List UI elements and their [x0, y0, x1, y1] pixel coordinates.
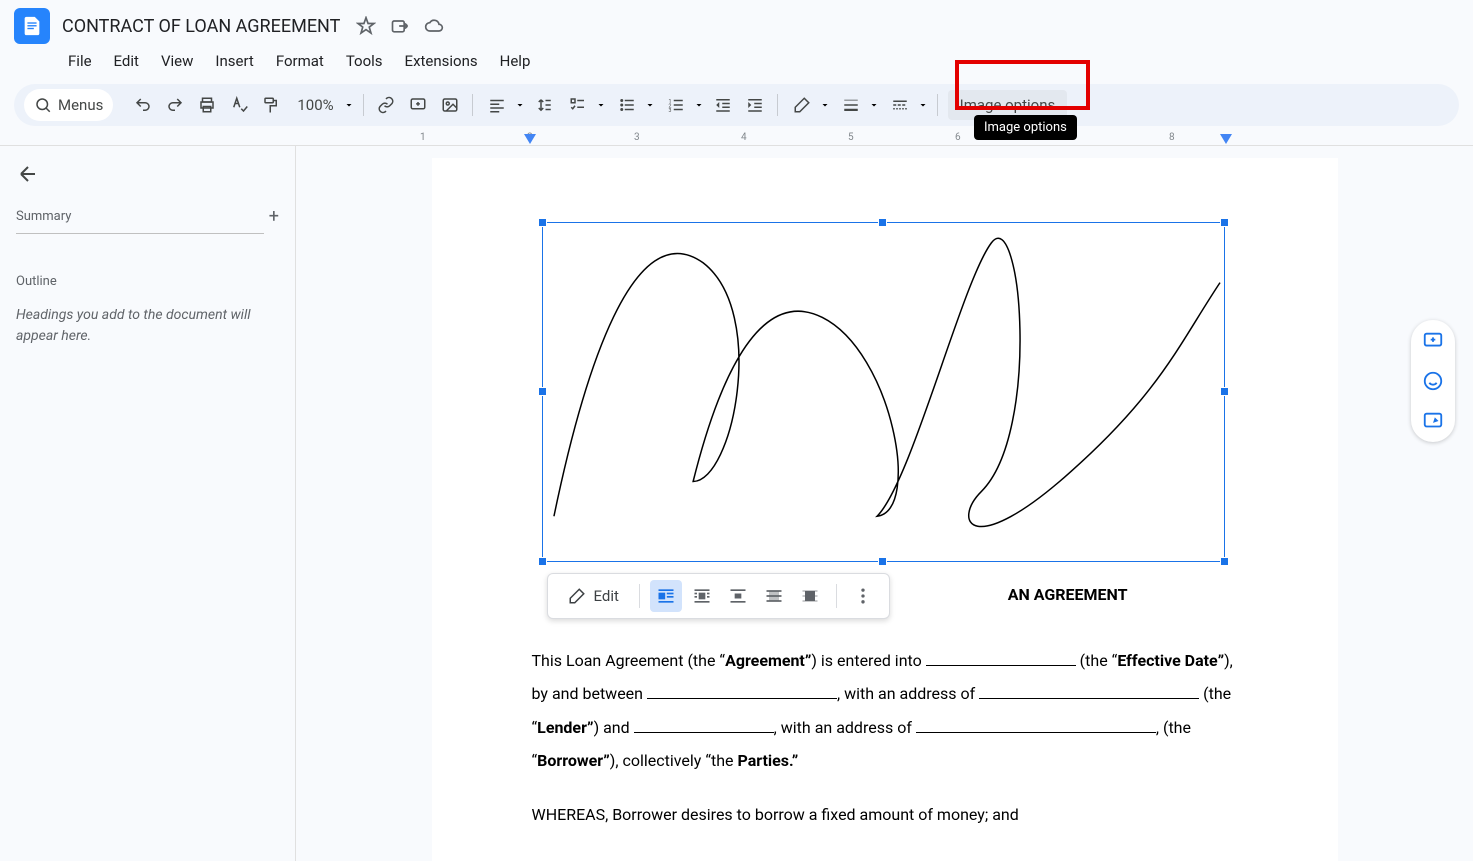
image-context-toolbar: Edit — [547, 573, 890, 619]
menu-view[interactable]: View — [153, 48, 201, 74]
docs-icon[interactable] — [14, 8, 50, 44]
move-icon[interactable] — [388, 14, 412, 38]
resize-handle-tl[interactable] — [538, 218, 547, 227]
separator — [777, 94, 778, 116]
bullet-list-dropdown[interactable] — [611, 91, 656, 119]
scribble-drawing — [543, 223, 1224, 561]
menu-format[interactable]: Format — [268, 48, 332, 74]
document-title[interactable]: CONTRACT OF LOAN AGREEMENT — [62, 16, 340, 37]
edit-button[interactable]: Edit — [558, 581, 629, 611]
separator — [472, 94, 473, 116]
resize-handle-ml[interactable] — [538, 387, 547, 396]
insert-comment-button[interactable] — [404, 91, 432, 119]
menu-help[interactable]: Help — [492, 48, 539, 74]
more-options-button[interactable] — [847, 580, 879, 612]
menu-file[interactable]: File — [60, 48, 100, 74]
summary-label: Summary — [16, 209, 71, 224]
menu-extensions[interactable]: Extensions — [397, 48, 486, 74]
paint-format-button[interactable] — [257, 91, 285, 119]
paragraph-1: This Loan Agreement (the “Agreement”) is… — [532, 644, 1238, 778]
cloud-status-icon[interactable] — [422, 14, 446, 38]
resize-handle-bm[interactable] — [878, 557, 887, 566]
divider — [16, 233, 264, 234]
menu-bar: File Edit View Insert Format Tools Exten… — [0, 44, 1473, 78]
document-canvas[interactable]: Edit AN AGREEMENT This Loan Agreement (t… — [296, 146, 1473, 861]
indent-marker-right[interactable] — [1220, 134, 1232, 144]
star-icon[interactable] — [354, 14, 378, 38]
align-dropdown[interactable] — [481, 91, 526, 119]
resize-handle-mr[interactable] — [1220, 387, 1229, 396]
line-spacing-button[interactable] — [530, 91, 558, 119]
resize-handle-bl[interactable] — [538, 557, 547, 566]
menu-edit[interactable]: Edit — [106, 48, 147, 74]
side-actions — [1411, 320, 1455, 442]
separator — [363, 94, 364, 116]
undo-button[interactable] — [129, 91, 157, 119]
wrap-inline-button[interactable] — [650, 580, 682, 612]
resize-handle-tr[interactable] — [1220, 218, 1229, 227]
indent-marker-left[interactable] — [524, 134, 536, 144]
emoji-reaction-icon[interactable] — [1422, 370, 1444, 392]
insert-image-button[interactable] — [436, 91, 464, 119]
numbered-list-dropdown[interactable]: 123 — [660, 91, 705, 119]
behind-text-button[interactable] — [758, 580, 790, 612]
add-comment-icon[interactable] — [1422, 330, 1444, 352]
front-text-button[interactable] — [794, 580, 826, 612]
svg-text:3: 3 — [668, 108, 671, 114]
image-options-tooltip: Image options — [974, 115, 1077, 140]
outline-placeholder: Headings you add to the document will ap… — [16, 305, 279, 347]
toolbar: Menus 100% 123 — [14, 84, 1459, 126]
menus-button[interactable]: Menus — [24, 89, 113, 121]
border-color-dropdown[interactable] — [786, 91, 831, 119]
break-text-button[interactable] — [722, 580, 754, 612]
separator — [639, 584, 640, 608]
resize-handle-tm[interactable] — [878, 218, 887, 227]
paragraph-2: WHEREAS, Borrower desires to borrow a fi… — [532, 798, 1238, 832]
selected-image[interactable] — [542, 222, 1225, 562]
checklist-dropdown[interactable] — [562, 91, 607, 119]
outline-panel: Summary + Outline Headings you add to th… — [0, 146, 296, 861]
document-body[interactable]: AN AGREEMENT This Loan Agreement (the “A… — [532, 578, 1238, 861]
resize-handle-br[interactable] — [1220, 557, 1229, 566]
border-dash-dropdown[interactable] — [884, 91, 929, 119]
border-weight-dropdown[interactable] — [835, 91, 880, 119]
spellcheck-button[interactable] — [225, 91, 253, 119]
increase-indent-button[interactable] — [741, 91, 769, 119]
print-button[interactable] — [193, 91, 221, 119]
suggest-edits-icon[interactable] — [1422, 410, 1444, 432]
wrap-text-button[interactable] — [686, 580, 718, 612]
page[interactable]: Edit AN AGREEMENT This Loan Agreement (t… — [432, 158, 1338, 861]
separator — [937, 94, 938, 116]
horizontal-ruler[interactable]: 1 2 3 4 5 6 7 8 — [0, 130, 1473, 146]
paragraph-3: WHEREAS, Lender agrees to lend a fixed a… — [532, 852, 1238, 861]
menu-tools[interactable]: Tools — [338, 48, 391, 74]
redo-button[interactable] — [161, 91, 189, 119]
outline-label: Outline — [16, 274, 279, 289]
zoom-dropdown[interactable]: 100% — [289, 96, 354, 114]
add-summary-button[interactable]: + — [269, 206, 279, 227]
close-outline-button[interactable] — [16, 162, 40, 186]
insert-link-button[interactable] — [372, 91, 400, 119]
title-row: CONTRACT OF LOAN AGREEMENT — [0, 8, 1473, 44]
menu-insert[interactable]: Insert — [207, 48, 261, 74]
separator — [836, 584, 837, 608]
decrease-indent-button[interactable] — [709, 91, 737, 119]
